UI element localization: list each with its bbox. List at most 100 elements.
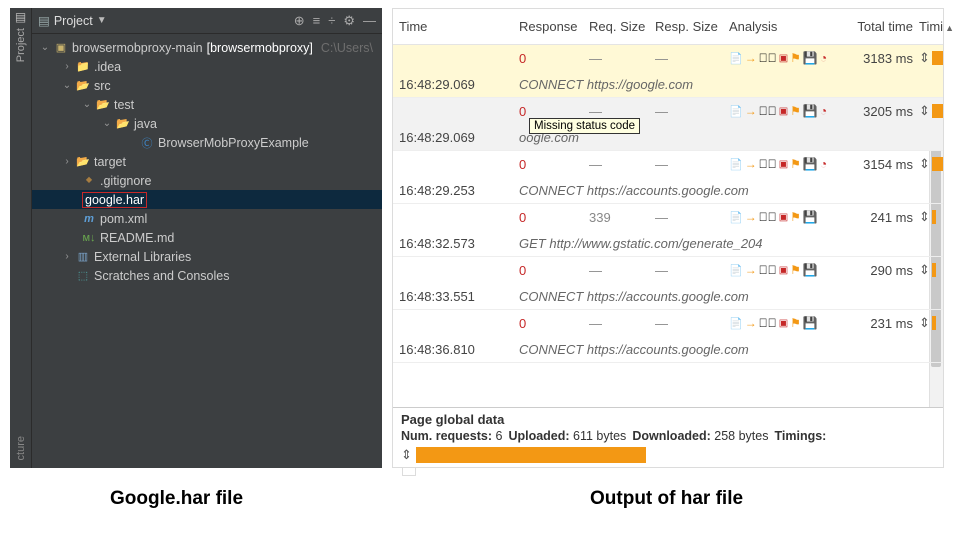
tree-node-readme[interactable]: м↓ README.md xyxy=(32,228,382,247)
libraries-icon: ▥ xyxy=(76,250,90,263)
har-row[interactable]: 0——→👁⃠▣⚑💾◔3154 ms⇕16:48:29.253CONNECT ht… xyxy=(393,151,943,204)
x-icon: ▣ xyxy=(779,106,788,117)
timings-label: Timings: xyxy=(774,429,826,443)
project-tree[interactable]: ⌄ ▣ browsermobproxy-main [browsermobprox… xyxy=(32,34,382,468)
hide-icon[interactable]: — xyxy=(363,13,376,28)
har-viewer: Time Response Req. Size Resp. Size Analy… xyxy=(392,8,944,468)
row-reqsize: — xyxy=(589,157,655,172)
tree-node-scratches[interactable]: ⬚ Scratches and Consoles xyxy=(32,266,382,285)
chevron-down-icon[interactable]: ⌄ xyxy=(40,42,50,53)
disk-icon: 💾 xyxy=(803,316,818,330)
disk-icon: 💾 xyxy=(803,263,818,277)
tree-node-src[interactable]: ⌄ 📂 src xyxy=(32,76,382,95)
project-view-selector[interactable]: ▤ Project ▼ xyxy=(38,13,107,28)
row-respsize: — xyxy=(655,157,729,172)
root-path: C:\Users\ xyxy=(321,41,373,55)
col-respsize[interactable]: Resp. Size xyxy=(655,19,729,34)
har-rows: Missing status code 0——→👁⃠▣⚑💾◔3183 ms⇕16… xyxy=(393,45,943,407)
eye-off-icon: 👁⃠ xyxy=(759,51,777,65)
root-name: browsermobproxy-main xyxy=(72,41,203,55)
structure-tab-partial[interactable]: cture xyxy=(15,436,27,460)
row-reqsize: — xyxy=(589,104,655,119)
tree-node-test[interactable]: ⌄ 📂 test xyxy=(32,95,382,114)
chevron-right-icon[interactable]: › xyxy=(62,251,72,262)
row-total-time: 231 ms xyxy=(847,316,919,331)
tree-node-idea[interactable]: › 📁 .idea xyxy=(32,57,382,76)
drag-handle-icon: ⇕ xyxy=(919,103,930,119)
col-response[interactable]: Response xyxy=(519,19,589,34)
gitignore-icon: 🞙 xyxy=(82,174,96,187)
row-description: CONNECT https://accounts.google.com xyxy=(519,342,943,357)
har-row[interactable]: 0——→👁⃠▣⚑💾290 ms⇕16:48:33.551CONNECT http… xyxy=(393,257,943,310)
timing-segment xyxy=(932,51,943,65)
row-reqsize: — xyxy=(589,316,655,331)
numreq-value: 6 xyxy=(495,429,502,443)
project-tab[interactable]: Project xyxy=(15,28,27,62)
arrow-right-icon: → xyxy=(745,316,757,330)
row-analysis-icons: →👁⃠▣⚑💾◔ xyxy=(729,157,847,171)
row-description: CONNECT https://google.com xyxy=(519,77,943,92)
row-analysis-icons: →👁⃠▣⚑💾◔ xyxy=(729,51,847,65)
chevron-down-icon[interactable]: ⌄ xyxy=(102,118,112,129)
tree-node-pom[interactable]: m pom.xml xyxy=(32,209,382,228)
tooltip-missing-status: Missing status code xyxy=(529,118,640,134)
x-icon: ▣ xyxy=(779,318,788,329)
gear-icon[interactable]: ⚙ xyxy=(343,13,355,29)
tree-node-external-libraries[interactable]: › ▥ External Libraries xyxy=(32,247,382,266)
har-row[interactable]: 0——→👁⃠▣⚑💾231 ms⇕16:48:36.810CONNECT http… xyxy=(393,310,943,363)
doc-icon xyxy=(729,104,743,118)
disk-icon: 💾 xyxy=(803,104,818,118)
har-row[interactable]: 0——→👁⃠▣⚑💾◔3205 ms⇕16:48:29.069oogle.com xyxy=(393,98,943,151)
chevron-down-icon[interactable]: ⌄ xyxy=(62,80,72,91)
x-icon: ▣ xyxy=(779,265,788,276)
expand-all-icon[interactable]: ≡ xyxy=(313,13,321,28)
drag-handle-icon: ⇕ xyxy=(919,315,930,331)
drag-handle-icon: ⇕ xyxy=(919,262,930,278)
col-analysis[interactable]: Analysis xyxy=(729,19,847,34)
page-global-stats: Num. requests: 6 Uploaded: 611 bytes Dow… xyxy=(401,429,935,443)
row-response: 0 xyxy=(519,210,589,225)
doc-icon xyxy=(729,316,743,330)
drag-handle-icon: ⇕ xyxy=(919,50,930,66)
row-time: 16:48:32.573 xyxy=(399,236,519,251)
row-response: 0 xyxy=(519,263,589,278)
page-global-data: Page global data Num. requests: 6 Upload… xyxy=(393,407,943,467)
col-reqsize[interactable]: Req. Size xyxy=(589,19,655,34)
row-description: CONNECT https://accounts.google.com xyxy=(519,289,943,304)
chevron-right-icon[interactable]: › xyxy=(62,156,72,167)
arrow-right-icon: → xyxy=(745,104,757,118)
tree-root[interactable]: ⌄ ▣ browsermobproxy-main [browsermobprox… xyxy=(32,38,382,57)
flag-icon: ⚑ xyxy=(790,51,801,65)
tree-node-gitignore[interactable]: 🞙 .gitignore xyxy=(32,171,382,190)
row-analysis-icons: →👁⃠▣⚑💾 xyxy=(729,263,847,277)
row-respsize: — xyxy=(655,104,729,119)
tree-node-java[interactable]: ⌄ 📂 java xyxy=(32,114,382,133)
node-label: google.har xyxy=(85,193,144,207)
row-response: 0 xyxy=(519,157,589,172)
chevron-right-icon[interactable]: › xyxy=(62,61,72,72)
ide-project-panel: ▤ Project cture ▤ Project ▼ ⊕ ≡ ÷ ⚙ — ⌄ … xyxy=(10,8,382,468)
chevron-down-icon[interactable]: ⌄ xyxy=(82,99,92,110)
tree-node-target[interactable]: › 📂 target xyxy=(32,152,382,171)
col-totaltime[interactable]: Total time xyxy=(847,19,919,34)
row-reqsize: 339 xyxy=(589,210,655,225)
timing-segment xyxy=(932,157,943,171)
tree-node-google-har[interactable]: {} google.har xyxy=(32,190,382,209)
collapse-all-icon[interactable]: ÷ xyxy=(328,13,335,28)
row-response: 0 xyxy=(519,51,589,66)
tree-node-example-class[interactable]: Ⓒ BrowserMobProxyExample xyxy=(32,133,382,152)
drag-handle-icon: ⇕ xyxy=(401,447,412,463)
row-total-time: 3205 ms xyxy=(847,104,919,119)
disk-icon: 💾 xyxy=(803,51,818,65)
col-time[interactable]: Time xyxy=(399,19,519,34)
flag-icon: ⚑ xyxy=(790,316,801,330)
row-response: 0 xyxy=(519,316,589,331)
har-row[interactable]: 0339—→👁⃠▣⚑💾241 ms⇕16:48:32.573GET http:/… xyxy=(393,204,943,257)
arrow-right-icon: → xyxy=(745,157,757,171)
col-timing[interactable]: Timi▲ xyxy=(919,19,951,34)
locate-icon[interactable]: ⊕ xyxy=(294,13,305,29)
x-icon: ▣ xyxy=(779,159,788,170)
row-analysis-icons: →👁⃠▣⚑💾 xyxy=(729,316,847,330)
ide-project-toolbar: ▤ Project ▼ ⊕ ≡ ÷ ⚙ — xyxy=(32,8,382,34)
har-row[interactable]: 0——→👁⃠▣⚑💾◔3183 ms⇕16:48:29.069CONNECT ht… xyxy=(393,45,943,98)
